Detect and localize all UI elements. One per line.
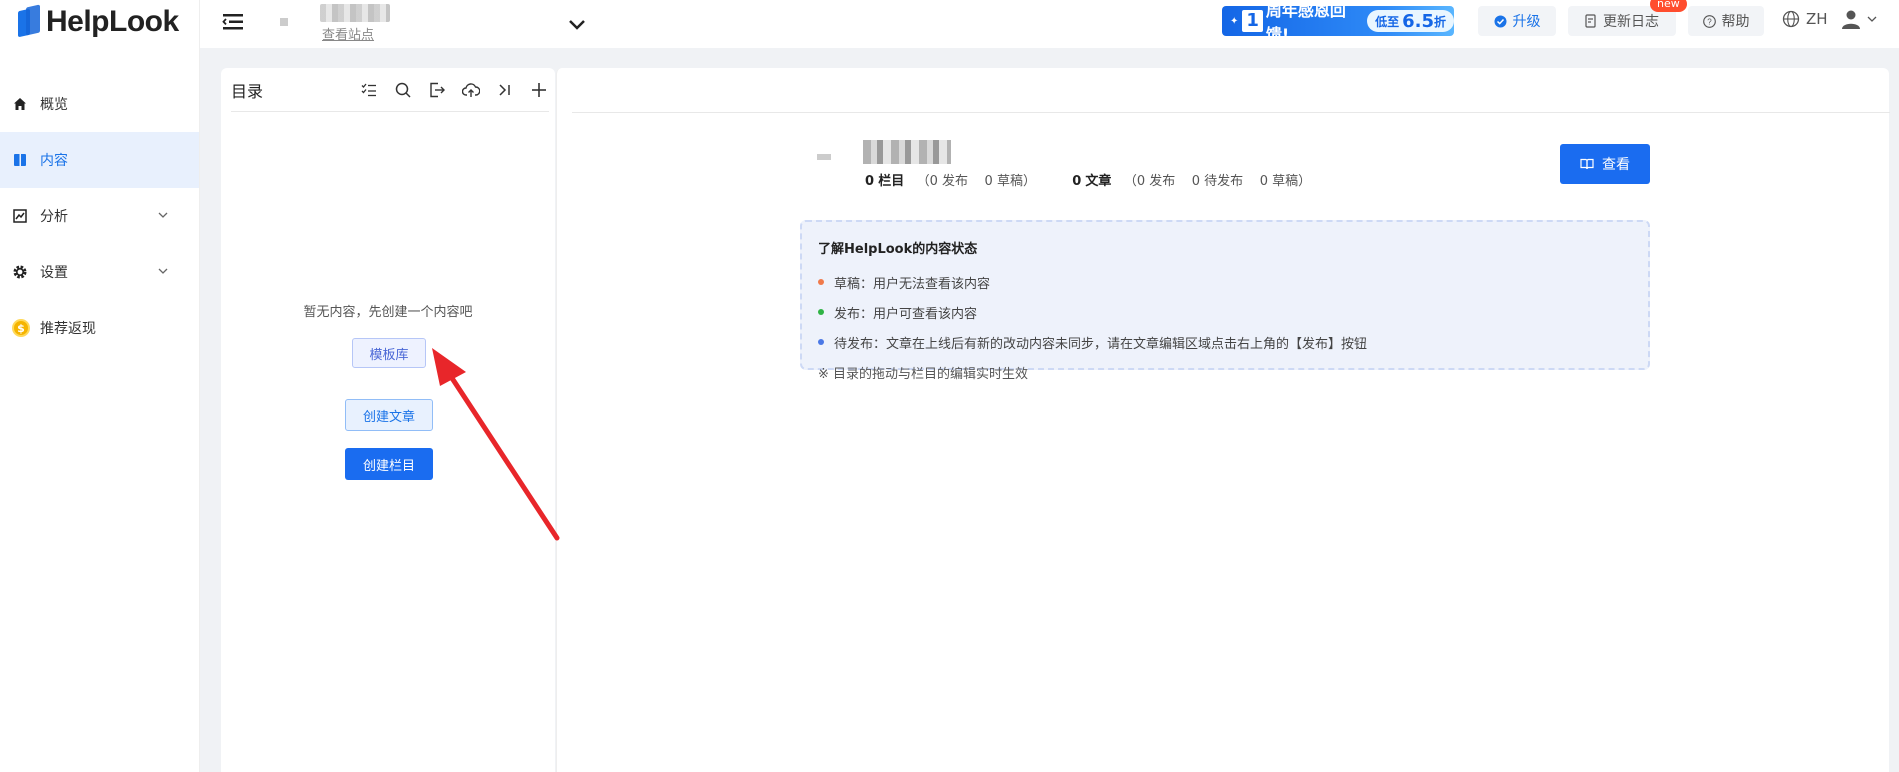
site-title-redacted: [863, 140, 951, 164]
chevron-down-icon: [157, 264, 169, 278]
directory-toolbar: [359, 80, 549, 100]
sidebar-item-analytics[interactable]: 分析: [0, 188, 199, 244]
articles-published: （0 发布: [1123, 174, 1176, 189]
status-draft-text: 草稿：用户无法查看该内容: [834, 276, 991, 292]
directory-title: 目录: [231, 81, 264, 101]
globe-icon: [1782, 10, 1800, 28]
topbar: 查看站点 ✦ 1 周年感恩回馈! 低至 6.5 折 升级 更新日志 new ? …: [200, 0, 1899, 48]
coin-icon: $: [12, 319, 30, 337]
gear-icon: [12, 264, 28, 280]
status-draft: 草稿：用户无法查看该内容: [818, 267, 1632, 297]
document-icon: [1585, 14, 1597, 28]
language-label: ZH: [1806, 10, 1828, 28]
articles-label: 文章: [1085, 174, 1112, 189]
upgrade-label: 升级: [1512, 14, 1541, 30]
sidebar-item-label: 设置: [40, 265, 68, 281]
columns-published: （0 发布: [916, 174, 969, 189]
logo-text: HelpLook: [46, 5, 179, 38]
open-book-icon: [1580, 158, 1594, 170]
main-panel: 0 栏目 （0 发布 0 草稿） 0 文章 （0 发布 0 待发布 0 草稿） …: [556, 68, 1890, 772]
sidebar-item-label: 推荐返现: [40, 321, 96, 337]
sparkle-icon: ✦: [1230, 15, 1239, 27]
site-name-redacted: [320, 4, 390, 22]
chevron-down-icon: [157, 208, 169, 222]
question-icon: ?: [1702, 14, 1716, 28]
draft-dot-icon: [818, 279, 824, 285]
promo-discount-prefix: 低至: [1375, 14, 1400, 29]
columns-label: 栏目: [878, 174, 905, 189]
promo-discount-value: 6.5: [1402, 10, 1434, 32]
upgrade-button[interactable]: 升级: [1478, 6, 1556, 36]
create-column-button[interactable]: 创建栏目: [345, 448, 433, 480]
status-pending-text: 待发布：文章在上线后有新的改动内容未同步，请在文章编辑区域点击右上角的【发布】按…: [834, 336, 1368, 352]
promo-text: 周年感恩回馈!: [1265, 1, 1346, 44]
status-pending: 待发布：文章在上线后有新的改动内容未同步，请在文章编辑区域点击右上角的【发布】按…: [818, 327, 1632, 357]
new-badge: new: [1650, 0, 1687, 12]
check-badge-icon: [1494, 15, 1507, 28]
empty-state-text: 暂无内容，先创建一个内容吧: [303, 305, 473, 320]
content-stats: 0 栏目 （0 发布 0 草稿） 0 文章 （0 发布 0 待发布 0 草稿）: [865, 170, 1311, 189]
create-article-button[interactable]: 创建文章: [345, 399, 433, 431]
svg-text:?: ?: [1707, 17, 1712, 26]
user-menu[interactable]: [1840, 8, 1878, 30]
view-button-label: 查看: [1602, 157, 1630, 173]
logo[interactable]: HelpLook: [0, 0, 199, 44]
view-site-link[interactable]: 查看站点: [322, 24, 374, 43]
chart-icon: [12, 208, 28, 224]
language-switcher[interactable]: ZH: [1782, 10, 1828, 28]
articles-pending: 0 待发布: [1191, 174, 1244, 189]
site-icon-redacted: [817, 154, 831, 160]
sidebar: HelpLook 概览 内容 分析 设置 $ 推荐返现: [0, 0, 200, 772]
pending-dot-icon: [818, 339, 824, 345]
collapse-right-icon[interactable]: [495, 80, 515, 100]
promo-discount-suffix: 折: [1433, 14, 1446, 29]
content-status-info: 了解HelpLook的内容状态 草稿：用户无法查看该内容 发布：用户可查看该内容…: [800, 220, 1650, 382]
help-label: 帮助: [1721, 14, 1750, 30]
directory-panel: 目录 暂无内容，先创建一个内容吧 模板库 创建文章 创建栏目: [221, 68, 555, 772]
promo-number: 1: [1242, 10, 1263, 32]
status-published: 发布：用户可查看该内容: [818, 297, 1632, 327]
helplook-logo-icon: [16, 4, 42, 38]
plus-icon[interactable]: [529, 80, 549, 100]
checklist-icon[interactable]: [359, 80, 379, 100]
sidebar-item-content[interactable]: 内容: [0, 132, 199, 188]
promo-banner[interactable]: ✦ 1 周年感恩回馈! 低至 6.5 折: [1222, 1, 1454, 44]
chevron-down-icon[interactable]: [568, 12, 586, 36]
upload-cloud-icon[interactable]: [461, 80, 481, 100]
changelog-label: 更新日志: [1603, 14, 1659, 30]
sidebar-item-referral[interactable]: $ 推荐返现: [0, 300, 199, 356]
divider: [572, 112, 1890, 113]
sidebar-item-settings[interactable]: 设置: [0, 244, 199, 300]
info-title: 了解HelpLook的内容状态: [818, 242, 978, 257]
promo-discount: 低至 6.5 折: [1367, 10, 1454, 32]
columns-count: 0: [865, 174, 875, 189]
search-icon[interactable]: [393, 80, 413, 100]
sidebar-item-label: 内容: [40, 153, 68, 169]
sidebar-item-label: 分析: [40, 209, 68, 225]
book-icon: [12, 152, 28, 168]
sidebar-item-label: 概览: [40, 97, 68, 113]
columns-drafts: 0 草稿）: [984, 174, 1036, 189]
sidebar-nav: 概览 内容 分析 设置 $ 推荐返现: [0, 76, 199, 356]
user-icon: [1840, 8, 1862, 30]
home-icon: [12, 96, 28, 112]
help-button[interactable]: ? 帮助: [1688, 6, 1764, 36]
collapse-menu-icon[interactable]: [222, 12, 244, 37]
articles-drafts: 0 草稿）: [1259, 174, 1312, 189]
sidebar-item-overview[interactable]: 概览: [0, 76, 199, 132]
site-avatar: [280, 18, 288, 26]
articles-count: 0: [1072, 174, 1082, 189]
info-note: ※ 目录的拖动与栏目的编辑实时生效: [818, 367, 1029, 382]
view-button[interactable]: 查看: [1560, 144, 1650, 184]
template-library-button[interactable]: 模板库: [352, 338, 426, 368]
published-dot-icon: [818, 309, 824, 315]
chevron-down-icon: [1866, 15, 1878, 23]
export-icon[interactable]: [427, 80, 447, 100]
directory-header: 目录: [231, 68, 549, 112]
status-published-text: 发布：用户可查看该内容: [834, 306, 978, 322]
